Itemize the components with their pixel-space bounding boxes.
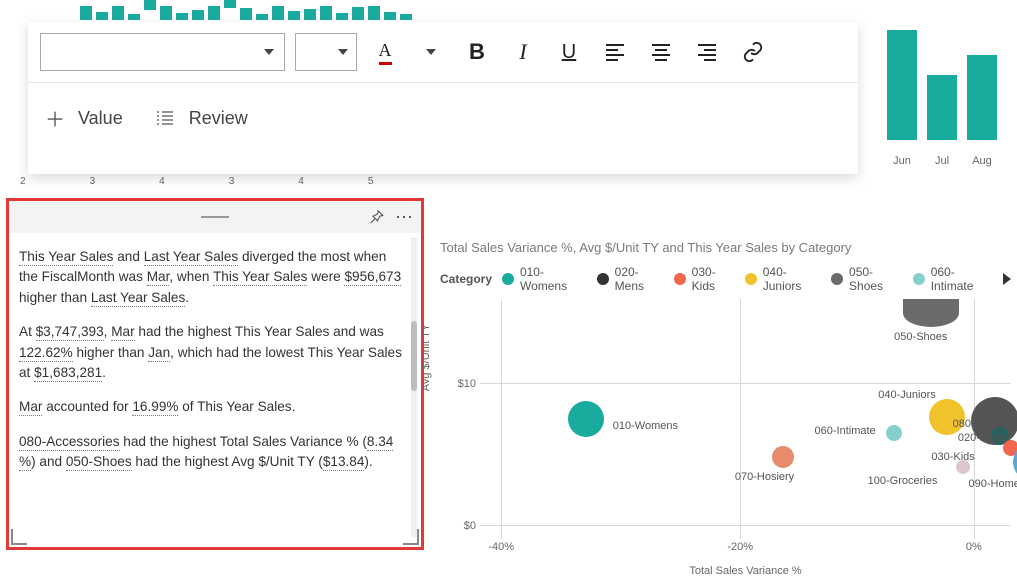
scatter-title: Total Sales Variance %, Avg $/Unit TY an… bbox=[440, 240, 1011, 255]
link-button[interactable] bbox=[735, 34, 771, 70]
legend-dot bbox=[913, 273, 925, 285]
font-color-button[interactable]: A bbox=[367, 34, 403, 70]
legend-dot bbox=[831, 273, 843, 285]
scatter-plot-area: Avg $/Unit TY $10 $0 050-Shoes 010-Women… bbox=[480, 299, 1011, 539]
chevron-down-icon bbox=[426, 49, 436, 55]
align-center-button[interactable] bbox=[643, 34, 679, 70]
y-axis: $10 $0 bbox=[442, 299, 476, 539]
narrative-text: This Year Sales and Last Year Sales dive… bbox=[9, 233, 421, 547]
visual-header: ⋯ bbox=[9, 201, 421, 233]
review-list-icon bbox=[153, 107, 177, 131]
review-button[interactable]: Review bbox=[153, 107, 248, 131]
font-family-select[interactable] bbox=[40, 33, 285, 71]
underline-button[interactable]: U bbox=[551, 34, 587, 70]
legend-dot bbox=[502, 273, 514, 285]
font-color-dropdown[interactable] bbox=[413, 34, 449, 70]
background-bar-chart bbox=[0, 0, 1017, 20]
legend-dot bbox=[674, 273, 686, 285]
align-left-button[interactable] bbox=[597, 34, 633, 70]
add-value-button[interactable]: Value bbox=[44, 108, 123, 130]
legend-dot bbox=[597, 273, 609, 285]
more-options-icon[interactable]: ⋯ bbox=[395, 208, 413, 226]
align-right-button[interactable] bbox=[689, 34, 725, 70]
bubble-050-shoes[interactable] bbox=[903, 299, 959, 327]
bubble-100-groceries[interactable] bbox=[956, 460, 970, 474]
pin-icon[interactable] bbox=[367, 208, 385, 226]
right-month-labels: JunJulAug bbox=[887, 155, 997, 167]
italic-button[interactable]: I bbox=[505, 34, 541, 70]
scatter-visual: Total Sales Variance %, Avg $/Unit TY an… bbox=[440, 240, 1011, 564]
chevron-down-icon bbox=[264, 49, 274, 55]
smart-narrative-visual[interactable]: ⋯ This Year Sales and Last Year Sales di… bbox=[6, 198, 424, 550]
font-size-select[interactable] bbox=[295, 33, 357, 71]
scrollbar-thumb[interactable] bbox=[411, 321, 417, 391]
bubble-060-intimate[interactable] bbox=[886, 425, 902, 441]
scatter-legend: Category 010-Womens 020-Mens 030-Kids 04… bbox=[440, 265, 1011, 293]
bubble-070-hosiery[interactable] bbox=[772, 446, 794, 468]
bubble-010-womens[interactable] bbox=[568, 401, 604, 437]
axis-small-numbers: 234 345 bbox=[0, 176, 1017, 187]
drag-grip-icon[interactable] bbox=[201, 216, 229, 218]
bold-button[interactable]: B bbox=[459, 34, 495, 70]
right-side-bars bbox=[887, 30, 997, 140]
x-axis-label: Total Sales Variance % bbox=[689, 565, 801, 577]
resize-handle-bl[interactable] bbox=[11, 529, 27, 545]
x-axis: -40% -20% 0% bbox=[480, 541, 1011, 557]
format-toolbar: A B I U Value Review bbox=[28, 22, 858, 174]
legend-scroll-right-icon[interactable] bbox=[1003, 273, 1011, 285]
chevron-down-icon bbox=[338, 49, 348, 55]
plus-icon bbox=[44, 108, 66, 130]
legend-dot bbox=[745, 273, 757, 285]
y-axis-label: Avg $/Unit TY bbox=[420, 324, 432, 391]
